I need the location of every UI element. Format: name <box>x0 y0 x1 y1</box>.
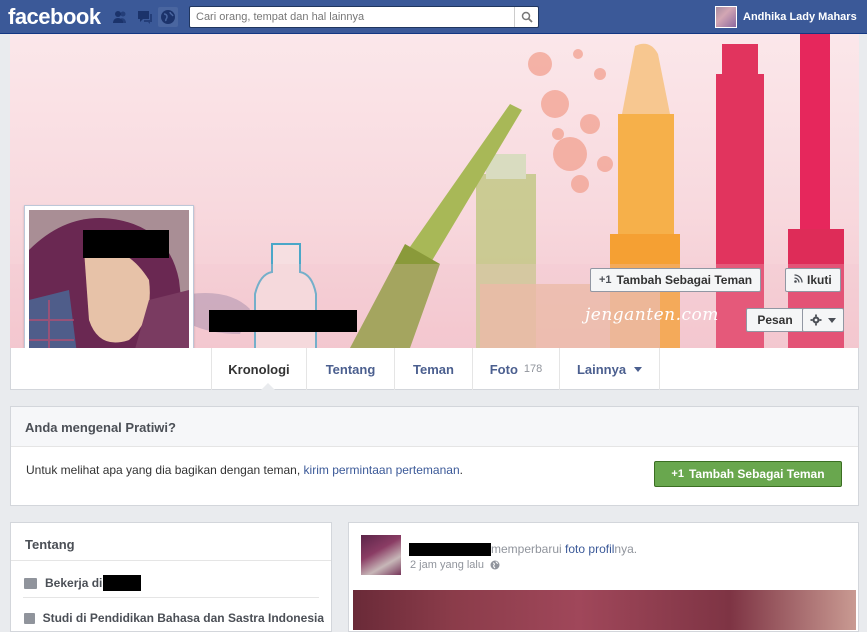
timeline-nav: Kronologi Tentang Teman Foto 178 Lainnya <box>10 348 859 390</box>
follow-label: Ikuti <box>807 273 832 287</box>
tab-label: Teman <box>413 361 454 377</box>
employer-redaction-bar <box>103 575 142 591</box>
tab-foto[interactable]: Foto 178 <box>472 348 559 390</box>
chevron-down-icon <box>828 317 836 323</box>
rss-icon <box>794 274 803 286</box>
tab-label: Lainnya <box>576 361 627 377</box>
photo-count: 178 <box>523 363 543 375</box>
messages-icon[interactable] <box>135 7 155 27</box>
globe-icon[interactable] <box>490 560 500 570</box>
friend-prompt-title: Anda mengenal Pratiwi? <box>11 407 858 447</box>
friend-prompt-suffix: . <box>459 463 463 477</box>
facebook-logo[interactable]: facebook <box>8 4 101 30</box>
search-box <box>189 6 539 28</box>
search-input[interactable] <box>190 7 510 27</box>
active-tab-pointer <box>261 383 275 390</box>
friend-prompt-prefix: Untuk melihat apa yang dia bagikan denga… <box>26 463 301 477</box>
divider <box>23 597 319 598</box>
profile-name-redacted <box>209 310 357 332</box>
author-name-redaction-bar <box>409 543 491 557</box>
profile-photo-link[interactable]: foto profil <box>565 542 614 556</box>
add-friend-button[interactable]: +1 Tambah Sebagai Teman <box>590 268 762 292</box>
tab-tentang[interactable]: Tentang <box>306 348 394 390</box>
story-headline: memperbarui foto profilnya. <box>409 542 638 557</box>
story-photo[interactable] <box>353 590 856 630</box>
add-friend-primary-button[interactable]: +1 Tambah Sebagai Teman <box>654 461 842 487</box>
about-row-work: Bekerja di <box>24 575 142 591</box>
user-profile-link[interactable]: Andhika Lady Mahars <box>715 6 857 28</box>
avatar <box>715 6 737 28</box>
tab-kronologi[interactable]: Kronologi <box>211 348 306 390</box>
about-row-education: Studi di Pendidikan Bahasa dan Sastra In… <box>24 611 324 625</box>
story-action: memperbarui <box>491 542 562 556</box>
settings-dropdown-button[interactable] <box>802 308 844 332</box>
cover-watermark: jenganten.com <box>585 305 719 325</box>
story-meta: 2 jam yang lalu <box>410 559 500 571</box>
friend-prompt-panel: Anda mengenal Pratiwi? Untuk melihat apa… <box>10 406 859 506</box>
search-icon <box>521 11 533 23</box>
profile-photo <box>29 210 189 370</box>
add-friend-label: Tambah Sebagai Teman <box>616 273 753 287</box>
message-label: Pesan <box>757 313 793 327</box>
story-timestamp[interactable]: 2 jam yang lalu <box>410 559 484 571</box>
add-friend-primary-label: Tambah Sebagai Teman <box>688 467 825 481</box>
top-bar: facebook Andhika Lady Mahars <box>0 0 867 34</box>
chevron-down-icon <box>634 366 643 372</box>
add-friend-icon: +1 <box>671 468 684 480</box>
follow-button[interactable]: Ikuti <box>785 268 841 292</box>
add-friend-icon: +1 <box>599 274 612 286</box>
education-label[interactable]: Studi di Pendidikan Bahasa dan Sastra In… <box>43 611 324 625</box>
message-button[interactable]: Pesan <box>746 308 804 332</box>
work-label: Bekerja di <box>45 576 103 590</box>
about-box: Tentang Bekerja di Studi di Pendidikan B… <box>10 522 332 632</box>
about-title[interactable]: Tentang <box>11 523 331 561</box>
tab-label: Foto <box>489 361 518 377</box>
user-name: Andhika Lady Mahars <box>743 11 857 23</box>
friend-prompt-text: Untuk melihat apa yang dia bagikan denga… <box>26 463 463 477</box>
notifications-globe-icon[interactable] <box>158 7 178 27</box>
gear-icon <box>810 314 822 326</box>
tab-label: Kronologi <box>228 361 290 377</box>
story-suffix: nya. <box>614 542 638 556</box>
face-redaction-bar <box>83 230 169 258</box>
education-icon <box>24 612 35 624</box>
avatar[interactable] <box>361 535 401 575</box>
tab-teman[interactable]: Teman <box>394 348 472 390</box>
story-card: memperbarui foto profilnya. 2 jam yang l… <box>348 522 859 632</box>
send-friend-request-link[interactable]: kirim permintaan pertemanan <box>304 463 460 477</box>
search-button[interactable] <box>514 7 538 27</box>
tab-lainnya[interactable]: Lainnya <box>559 348 660 390</box>
friend-requests-icon[interactable] <box>110 7 130 27</box>
tab-label: Tentang <box>325 361 376 377</box>
briefcase-icon <box>24 577 37 589</box>
